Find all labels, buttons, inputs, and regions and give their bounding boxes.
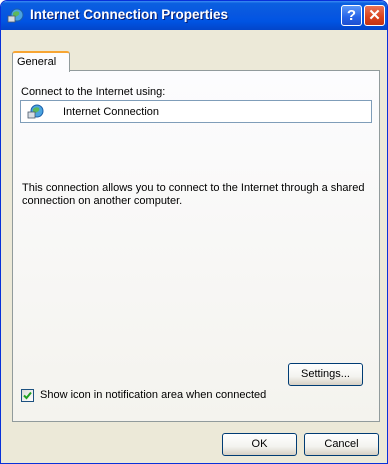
settings-button[interactable]: Settings... xyxy=(288,363,363,386)
cancel-button[interactable]: Cancel xyxy=(304,433,379,456)
title-bar[interactable]: Internet Connection Properties ? ✕ xyxy=(1,1,387,30)
tab-general[interactable]: General xyxy=(12,51,70,72)
internet-connection-icon xyxy=(27,104,44,119)
connection-description: This connection allows you to connect to… xyxy=(22,182,365,207)
checkmark-icon xyxy=(23,391,32,400)
close-button[interactable]: ✕ xyxy=(364,5,385,26)
connect-using-label: Connect to the Internet using: xyxy=(21,86,166,98)
ok-button[interactable]: OK xyxy=(222,433,297,456)
show-icon-checkbox[interactable] xyxy=(21,389,34,402)
window-title: Internet Connection Properties xyxy=(30,7,229,22)
properties-dialog: Internet Connection Properties ? ✕ Gener… xyxy=(0,0,388,464)
connection-name: Internet Connection xyxy=(63,106,160,118)
network-connection-icon xyxy=(7,8,24,23)
help-button[interactable]: ? xyxy=(341,5,362,26)
connection-field: Internet Connection xyxy=(20,100,372,123)
show-icon-label[interactable]: Show icon in notification area when conn… xyxy=(40,389,266,401)
